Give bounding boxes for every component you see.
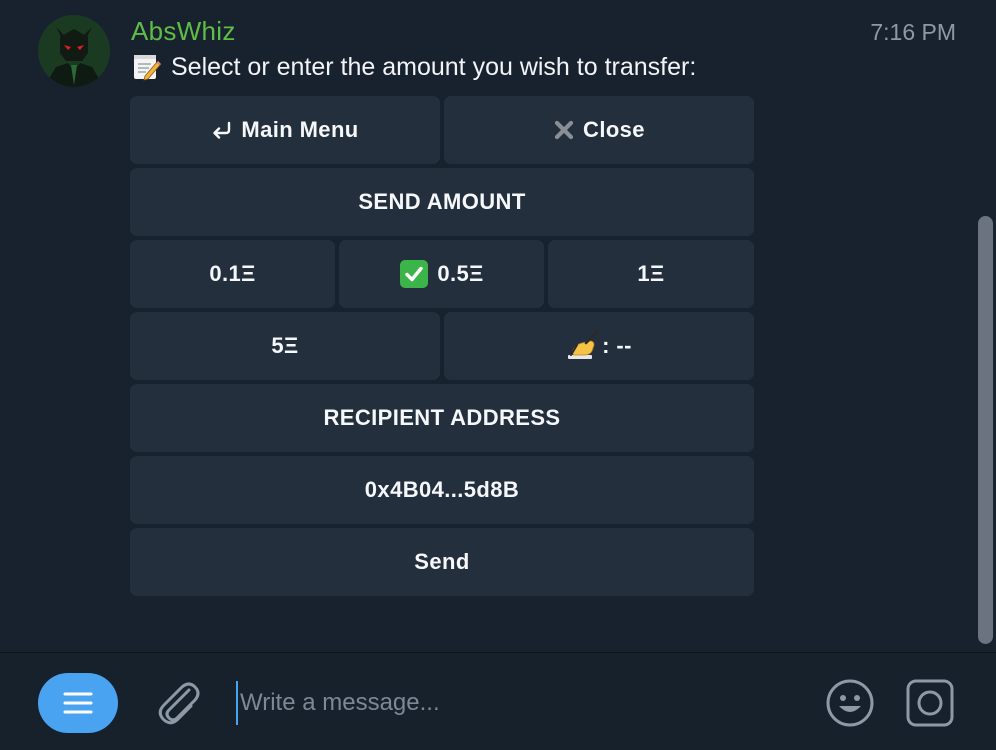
camera-icon	[905, 678, 955, 728]
bot-menu-button[interactable]	[38, 673, 118, 733]
amount-button-0-1[interactable]: 0.1Ξ	[130, 240, 335, 308]
smiley-icon	[825, 678, 875, 728]
recipient-address-button[interactable]: 0x4B04...5d8B	[130, 456, 754, 524]
attach-button[interactable]	[152, 675, 204, 731]
emoji-button[interactable]	[824, 677, 876, 729]
video-message-button[interactable]	[904, 677, 956, 729]
custom-amount-button[interactable]: : --	[444, 312, 754, 380]
chat-area: AbsWhiz 7:16 PM Select or enter the amou…	[0, 0, 996, 652]
message-time: 7:16 PM	[870, 19, 956, 45]
amount-button-1[interactable]: 1Ξ	[548, 240, 754, 308]
amount-label: 1Ξ	[637, 261, 665, 286]
amount-label: 0.5Ξ	[437, 261, 484, 286]
amount-label: 5Ξ	[271, 333, 299, 358]
main-menu-label: Main Menu	[241, 117, 359, 142]
message-input[interactable]	[236, 681, 800, 725]
amount-label: 0.1Ξ	[209, 261, 256, 286]
recipient-header-label: RECIPIENT ADDRESS	[323, 405, 561, 430]
amount-button-0-5[interactable]: 0.5Ξ	[339, 240, 544, 308]
paperclip-icon	[155, 678, 201, 728]
memo-icon	[131, 52, 161, 82]
close-button[interactable]: Close	[444, 96, 754, 164]
recipient-address-label: 0x4B04...5d8B	[364, 477, 520, 502]
send-button[interactable]: Send	[130, 528, 754, 596]
menu-icon	[62, 690, 94, 716]
checkmark-icon	[399, 259, 429, 289]
amount-button-5[interactable]: 5Ξ	[130, 312, 440, 380]
main-menu-button[interactable]: Main Menu	[130, 96, 440, 164]
send-amount-header-button[interactable]: SEND AMOUNT	[130, 168, 754, 236]
message-text: Select or enter the amount you wish to t…	[131, 52, 696, 82]
custom-amount-label: : --	[602, 333, 632, 358]
return-arrow-icon	[211, 120, 233, 140]
close-label: Close	[583, 117, 645, 142]
scrollbar[interactable]	[978, 216, 993, 644]
message-text-content: Select or enter the amount you wish to t…	[171, 52, 697, 81]
send-amount-label: SEND AMOUNT	[358, 189, 526, 214]
message-composer	[0, 653, 996, 750]
close-x-icon	[553, 119, 575, 141]
recipient-address-header-button[interactable]: RECIPIENT ADDRESS	[130, 384, 754, 452]
sender-name[interactable]: AbsWhiz	[131, 16, 236, 47]
writing-hand-icon	[566, 331, 600, 361]
send-label: Send	[414, 549, 470, 574]
avatar[interactable]	[38, 15, 110, 87]
